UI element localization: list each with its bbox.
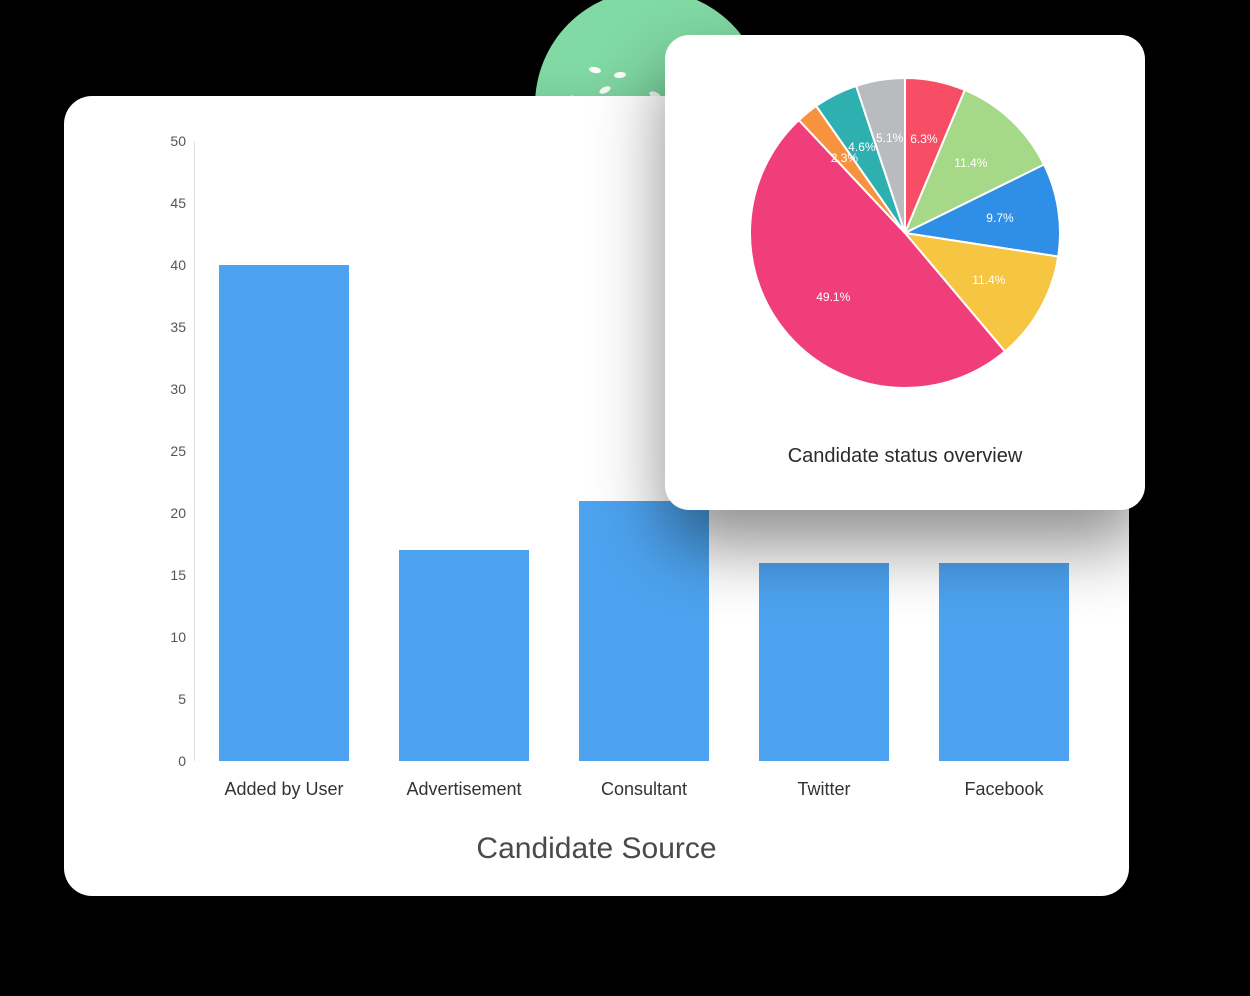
y-tick: 5 [134, 691, 186, 707]
x-tick: Added by User [194, 761, 374, 800]
y-tick: 50 [134, 133, 186, 149]
bar [939, 563, 1069, 761]
x-tick: Twitter [734, 761, 914, 800]
bar [399, 550, 529, 761]
y-tick: 30 [134, 381, 186, 397]
x-tick: Facebook [914, 761, 1094, 800]
y-tick: 40 [134, 257, 186, 273]
y-tick: 0 [134, 753, 186, 769]
bar [579, 501, 709, 761]
bar-chart-title: Candidate Source [64, 832, 1129, 866]
y-tick: 15 [134, 567, 186, 583]
bar [759, 563, 889, 761]
pie-chart-card: 6.3%11.4%9.7%11.4%49.1%2.3%4.6%5.1% Cand… [665, 35, 1145, 510]
y-tick: 45 [134, 195, 186, 211]
y-tick: 20 [134, 505, 186, 521]
x-tick: Consultant [554, 761, 734, 800]
y-tick: 10 [134, 629, 186, 645]
x-tick: Advertisement [374, 761, 554, 800]
y-tick: 35 [134, 319, 186, 335]
y-tick: 25 [134, 443, 186, 459]
pie-chart-title: Candidate status overview [665, 445, 1145, 468]
pie-chart: 6.3%11.4%9.7%11.4%49.1%2.3%4.6%5.1% [745, 73, 1065, 393]
bar [219, 265, 349, 761]
